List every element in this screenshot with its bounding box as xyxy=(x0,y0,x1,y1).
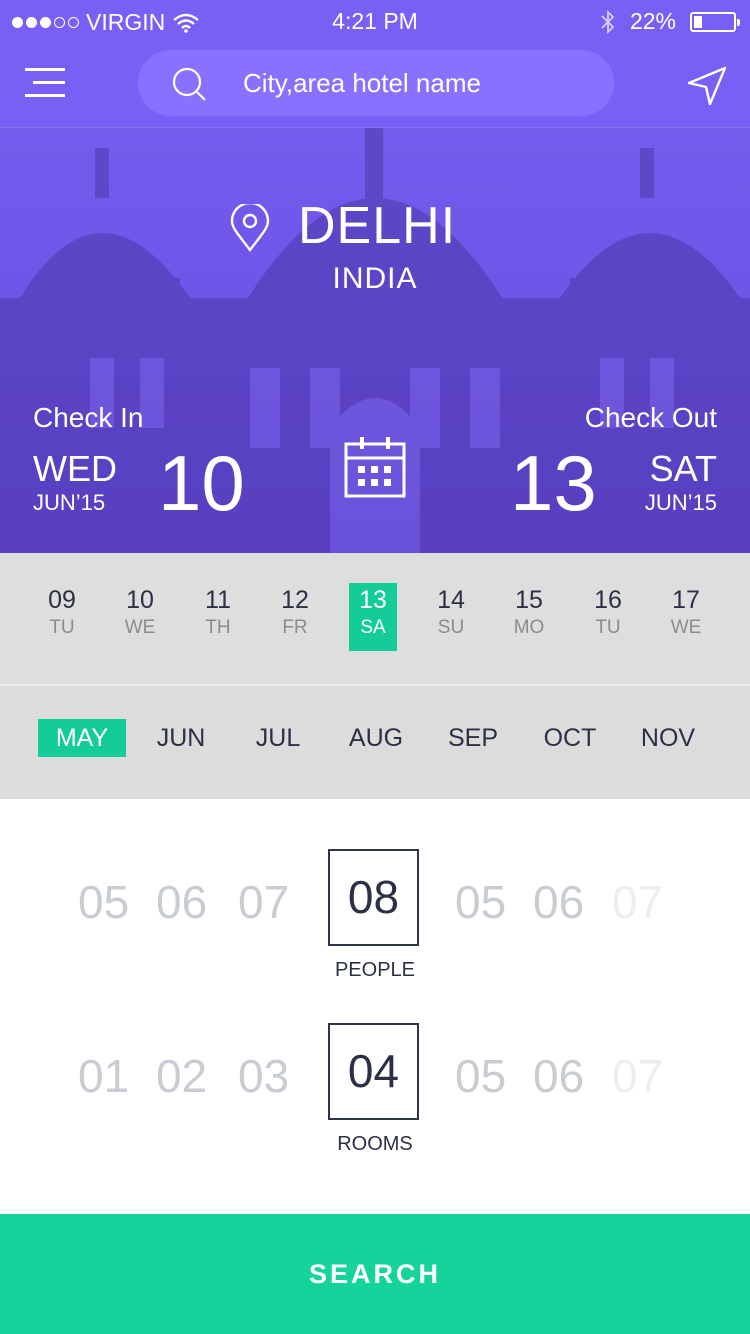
search-button[interactable]: SEARCH xyxy=(0,1214,750,1334)
month-item[interactable]: JUL xyxy=(244,719,312,757)
rooms-label: ROOMS xyxy=(337,1133,413,1155)
location-arrow-icon[interactable] xyxy=(687,66,727,106)
day-selector: 09 TU 10 WE 11 TH 12 FR 13 SA 14 SU 15 MO 16 TU … xyxy=(0,553,750,684)
people-picker[interactable]: 05 06 07 08 05 06 07 PEOPLE xyxy=(0,849,750,989)
rooms-selected-box[interactable]: 04 xyxy=(328,1023,419,1120)
day-item[interactable]: 16 TU xyxy=(584,583,632,651)
rooms-picker[interactable]: 01 02 03 04 05 06 07 ROOMS xyxy=(0,1023,750,1163)
location-title: DELHI xyxy=(0,196,750,266)
people-label: PEOPLE xyxy=(334,959,416,981)
people-selected-box[interactable]: 08 xyxy=(328,849,419,946)
day-number: 17 xyxy=(672,586,700,614)
day-number: 16 xyxy=(594,586,622,614)
day-item[interactable]: 11 TH xyxy=(194,583,242,651)
month-item-selected[interactable]: MAY xyxy=(38,719,126,757)
search-icon[interactable] xyxy=(171,66,207,102)
day-weekday: SU xyxy=(437,617,465,638)
day-number: 13 xyxy=(359,586,387,614)
day-number: 15 xyxy=(515,586,543,614)
hero-header: VIRGIN 4:21 PM 22% City,area hotel name … xyxy=(0,0,750,553)
check-out-day[interactable]: 13 xyxy=(510,438,597,529)
picker-option[interactable]: 07 xyxy=(612,1049,663,1103)
month-item[interactable]: JUN xyxy=(145,719,217,757)
day-item[interactable]: 14 SU xyxy=(427,583,475,651)
picker-option[interactable]: 06 xyxy=(533,875,584,929)
check-out-weekday: SAT xyxy=(649,448,717,489)
picker-option[interactable]: 01 xyxy=(78,1049,129,1103)
picker-option[interactable]: 05 xyxy=(455,875,506,929)
check-out-label: Check Out xyxy=(584,402,717,433)
battery-percent: 22% xyxy=(629,8,676,34)
month-item[interactable]: OCT xyxy=(534,719,606,757)
day-number: 14 xyxy=(437,586,465,614)
status-right: 22% xyxy=(600,8,740,35)
day-number: 11 xyxy=(205,586,231,614)
picker-option[interactable]: 02 xyxy=(156,1049,207,1103)
day-weekday: MO xyxy=(513,617,545,638)
day-number: 10 xyxy=(126,586,154,614)
month-item[interactable]: SEP xyxy=(437,719,509,757)
day-weekday: WE xyxy=(670,617,702,638)
day-weekday: SA xyxy=(360,617,386,638)
people-value: 08 xyxy=(347,871,400,923)
check-in-label: Check In xyxy=(33,402,144,433)
rooms-value: 04 xyxy=(347,1045,400,1097)
month-selector: MAY JUN JUL AUG SEP OCT NOV xyxy=(0,686,750,799)
day-item[interactable]: 12 FR xyxy=(271,583,319,651)
city-name: DELHI xyxy=(298,197,457,255)
check-in-month: JUN’15 xyxy=(33,490,106,515)
day-item-selected[interactable]: 13 SA xyxy=(349,583,397,651)
day-weekday: TU xyxy=(49,617,75,638)
picker-option[interactable]: 05 xyxy=(78,875,129,929)
day-item[interactable]: 15 MO xyxy=(505,583,553,651)
picker-option[interactable]: 05 xyxy=(455,1049,506,1103)
day-weekday: WE xyxy=(124,617,156,638)
menu-icon[interactable] xyxy=(25,66,67,100)
check-in-day[interactable]: 10 xyxy=(158,438,245,529)
picker-option[interactable]: 07 xyxy=(612,875,663,929)
picker-option[interactable]: 06 xyxy=(533,1049,584,1103)
bluetooth-icon xyxy=(601,9,615,34)
calendar-icon[interactable] xyxy=(344,436,406,498)
search-input[interactable] xyxy=(243,50,593,116)
picker-option[interactable]: 06 xyxy=(156,875,207,929)
day-item[interactable]: 09 TU xyxy=(38,583,86,651)
day-weekday: TH xyxy=(205,617,231,638)
country-name: INDIA xyxy=(332,262,418,295)
check-in-weekday: WED xyxy=(33,448,117,489)
battery-icon xyxy=(690,11,740,32)
month-item[interactable]: AUG xyxy=(340,719,412,757)
day-item[interactable]: 17 WE xyxy=(662,583,710,651)
status-bar: VIRGIN 4:21 PM 22% xyxy=(0,0,750,42)
month-item[interactable]: NOV xyxy=(632,719,704,757)
day-number: 09 xyxy=(48,586,76,614)
check-out-month: JUN’15 xyxy=(644,490,717,515)
picker-option[interactable]: 07 xyxy=(238,875,289,929)
divider xyxy=(0,127,750,128)
picker-option[interactable]: 03 xyxy=(238,1049,289,1103)
day-item[interactable]: 10 WE xyxy=(116,583,164,651)
day-weekday: TU xyxy=(595,617,621,638)
day-number: 12 xyxy=(281,586,309,614)
map-pin-icon xyxy=(230,204,270,252)
day-weekday: FR xyxy=(282,617,308,638)
search-bar[interactable] xyxy=(138,50,614,116)
